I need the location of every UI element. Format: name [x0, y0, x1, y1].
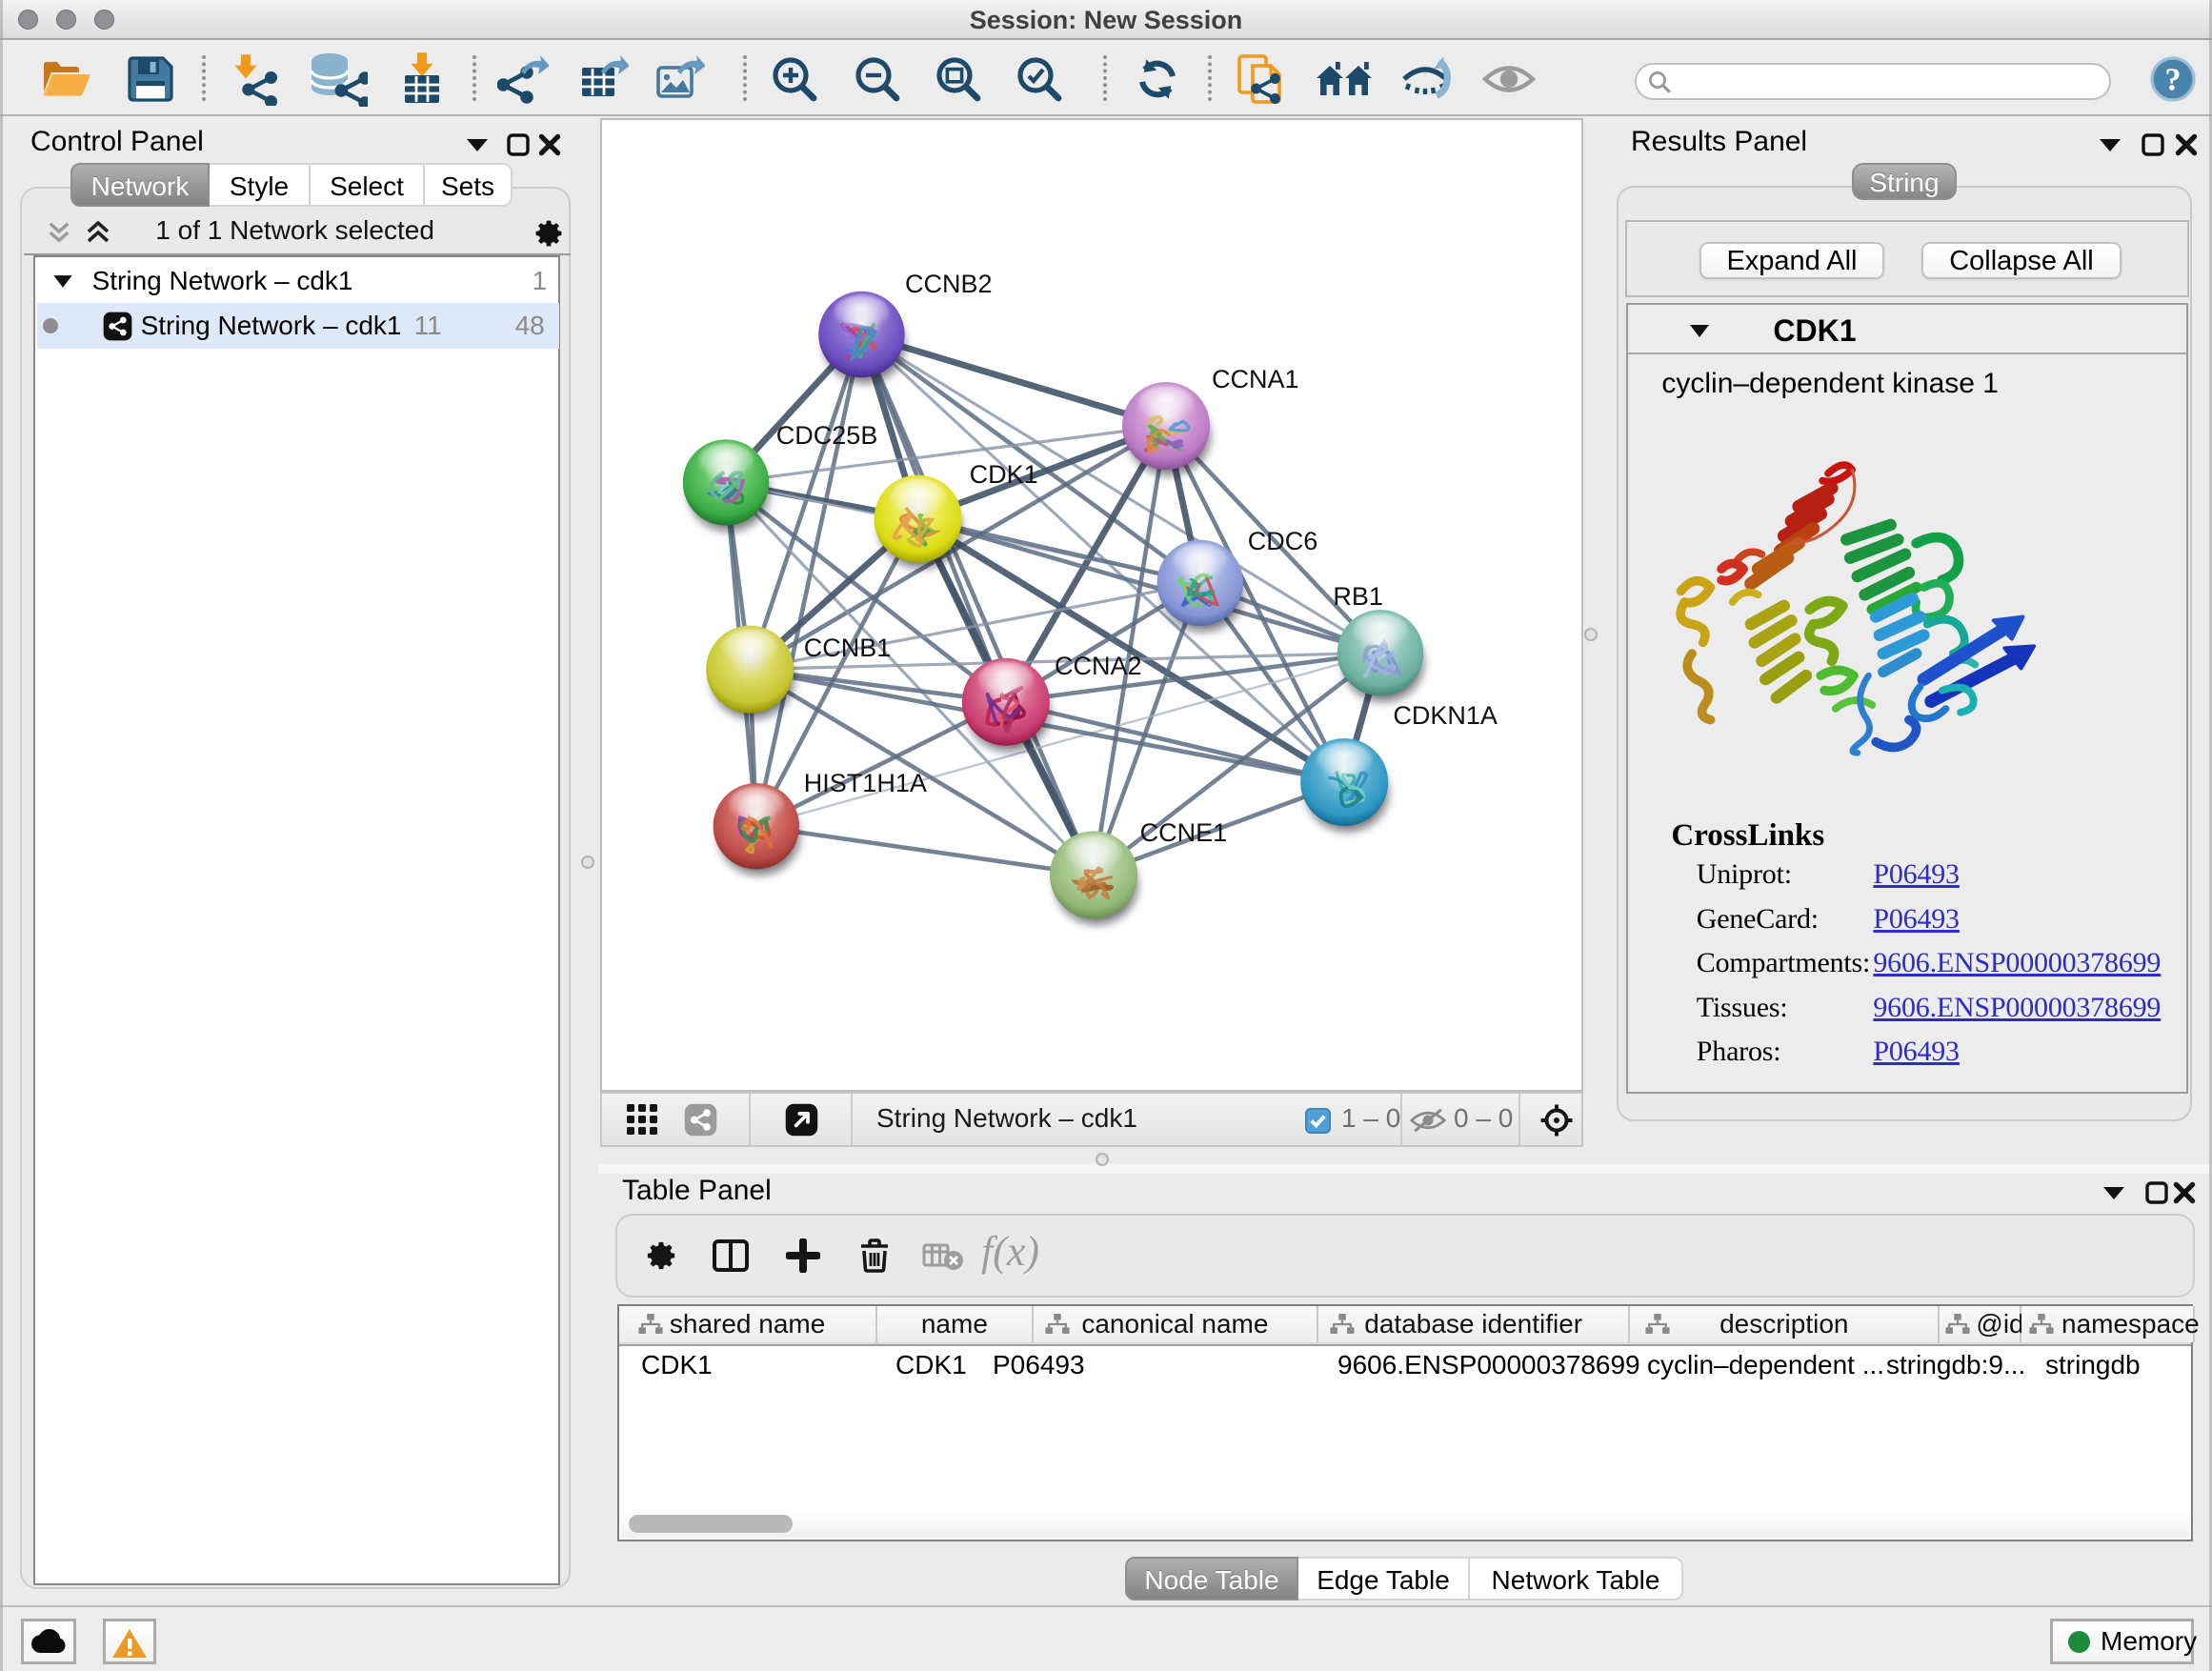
- svg-text:HIST1H1A: HIST1H1A: [804, 769, 927, 797]
- svg-text:CDK1: CDK1: [970, 460, 1038, 489]
- svg-text:CDC6: CDC6: [1248, 527, 1318, 555]
- svg-text:CDKN1A: CDKN1A: [1393, 701, 1498, 730]
- svg-text:CCNE1: CCNE1: [1140, 818, 1228, 847]
- svg-text:CDC25B: CDC25B: [776, 421, 878, 450]
- svg-text:?: ?: [2165, 62, 2182, 97]
- svg-text:CCNA1: CCNA1: [1212, 365, 1299, 393]
- svg-text:RB1: RB1: [1333, 582, 1383, 611]
- svg-text:CCNB2: CCNB2: [905, 270, 993, 298]
- svg-text:CCNB1: CCNB1: [804, 634, 892, 662]
- svg-text:CCNA2: CCNA2: [1055, 652, 1142, 680]
